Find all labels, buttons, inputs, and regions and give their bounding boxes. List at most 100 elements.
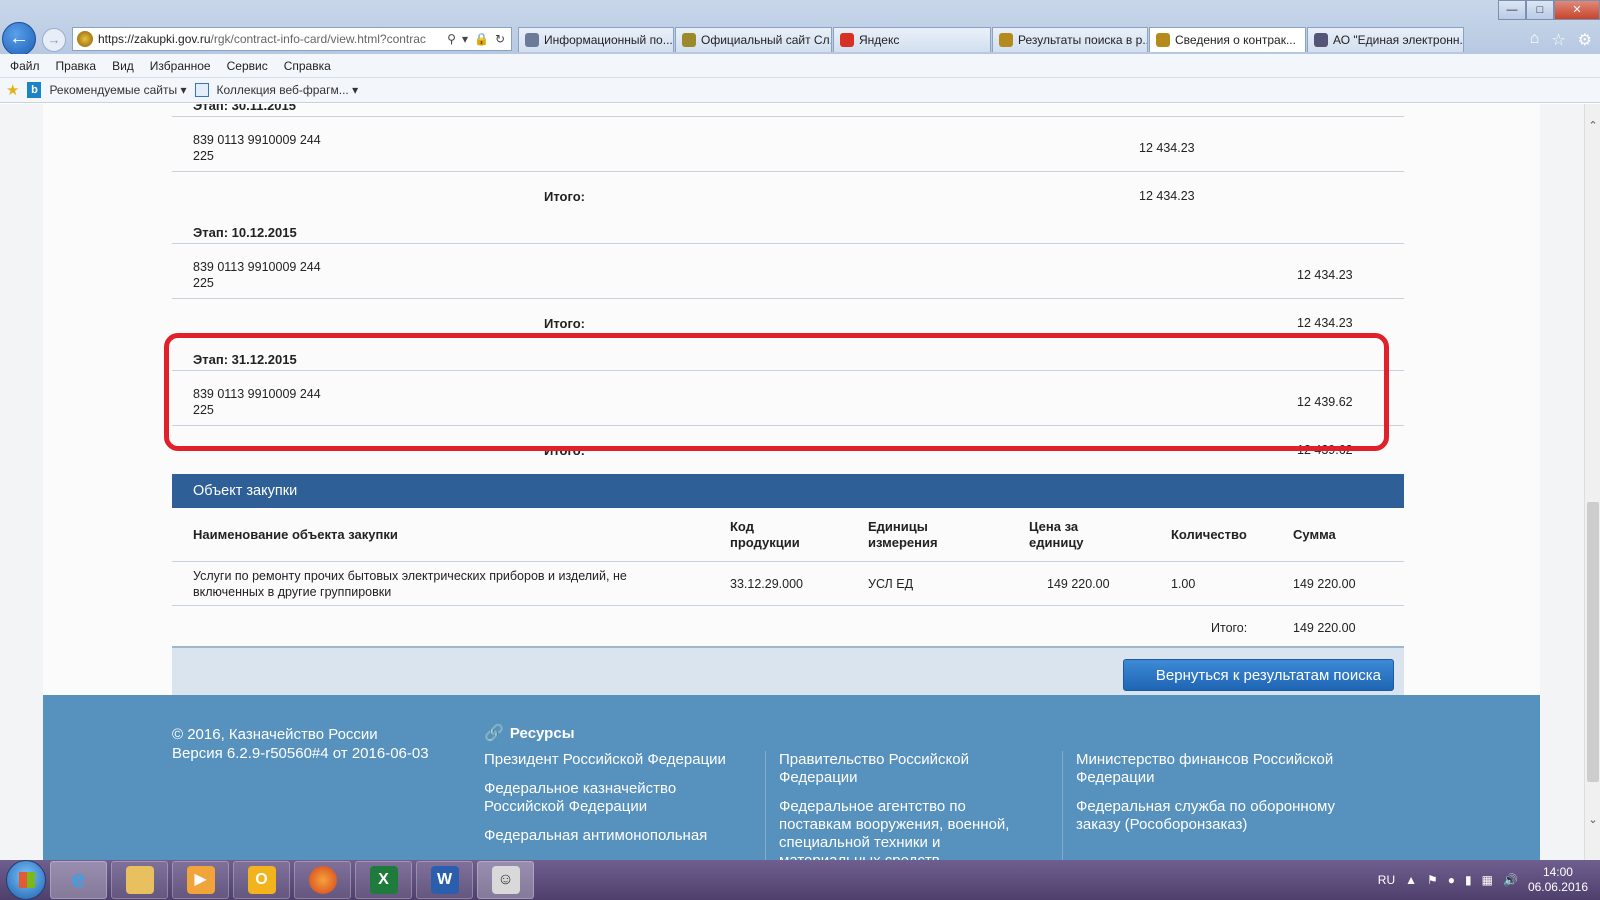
taskbar-word[interactable]: W [416,861,473,899]
tools-icon [1314,33,1328,47]
emblem-icon [999,33,1013,47]
taskbar-media[interactable]: ▶ [172,861,229,899]
browser-tab[interactable]: Информационный по... [518,27,674,52]
menu-file[interactable]: Файл [10,59,40,73]
browser-tab[interactable]: Яндекс [833,27,991,52]
favorites-star-icon[interactable]: ☆ [1551,30,1565,50]
purchase-total-row: Итого: 149 220.00 [172,606,1404,646]
clock-date: 06.06.2016 [1527,880,1588,894]
network-icon[interactable]: ▦ [1482,873,1493,887]
footer-link[interactable]: Федеральное агентство по поставкам воору… [779,798,1041,860]
taskbar-ie[interactable]: e [50,861,107,899]
footer-link[interactable]: Президент Российской Федерации [484,751,746,769]
add-favorite-icon[interactable]: ★ [6,81,19,99]
budget-code-line1: 839 0113 9910009 244 [193,260,321,274]
menu-favorites[interactable]: Избранное [150,59,211,73]
close-window-button[interactable]: ✕ [1554,0,1600,20]
menu-help[interactable]: Справка [284,59,331,73]
browser-tab[interactable]: Официальный сайт Сл... [675,27,832,52]
home-icon[interactable]: ⌂ [1530,30,1540,50]
url-text[interactable]: https://zakupki.gov.ru/rgk/contract-info… [98,32,443,46]
power-icon[interactable]: ▮ [1465,873,1472,887]
start-button[interactable] [6,860,46,900]
forward-button[interactable]: → [42,28,66,52]
internet-explorer-icon: e [71,866,86,893]
browser-tab[interactable]: Результаты поиска в р... [992,27,1148,52]
footer-links-col3: Министерство финансов Российской Федерац… [1076,751,1338,845]
footer-link[interactable]: Федеральная антимонопольная [484,827,746,845]
budget-code: 839 0113 9910009 244 225 [193,259,321,291]
recommended-sites-link[interactable]: Рекомендуемые сайты ▾ [49,83,186,97]
menu-tools[interactable]: Сервис [227,59,268,73]
row-sum: 149 220.00 [1293,577,1356,591]
taskbar-excel[interactable]: X [355,861,412,899]
vertical-scrollbar[interactable]: ⌃ ⌄ [1584,104,1600,860]
header-units-line1: Единицы [868,519,928,534]
taskbar-outlook[interactable]: O [233,861,290,899]
taskbar-explorer[interactable] [111,861,168,899]
system-tray: RU ▲ ⚑ ● ▮ ▦ 🔊 14:00 06.06.2016 [1378,865,1600,895]
search-icon[interactable]: ⚲ [447,32,456,46]
footer-link[interactable]: Федеральное казначейство Российской Феде… [484,780,746,816]
web-slices-link[interactable]: Коллекция веб-фрагм... ▾ [217,83,359,97]
stage-row: 839 0113 9910009 244 225 12 434.23 [172,117,1404,172]
web-slice-icon [194,83,209,97]
stage-header: Этап: 10.12.2015 [172,220,1404,244]
footer-copyright: © 2016, Казначейство России Версия 6.2.9… [172,725,429,763]
footer-links-col1: Президент Российской Федерации Федеральн… [484,751,746,856]
footer-link[interactable]: Правительство Российской Федерации [779,751,1041,787]
firefox-icon [308,866,337,894]
header-code-line2: продукции [730,535,800,550]
purchase-table-header: Наименование объекта закупки Код продукци… [172,508,1404,562]
gear-icon[interactable]: ⚙ [1578,30,1592,50]
outlook-icon: O [247,866,276,894]
purchase-total-value: 149 220.00 [1293,621,1356,635]
menu-view[interactable]: Вид [112,59,134,73]
browser-tab[interactable]: АО "Единая электронн... [1307,27,1464,52]
resources-title: 🔗 Ресурсы [484,723,575,743]
taskbar-app[interactable]: ☺ [477,861,534,899]
copyright-text: © 2016, Казначейство России [172,726,378,743]
update-icon[interactable]: ● [1448,873,1455,887]
show-hidden-icons-icon[interactable]: ▲ [1405,873,1417,887]
close-tab-icon[interactable]: ✕ [1305,33,1306,47]
minimize-button[interactable]: — [1498,0,1526,20]
stage-amount: 12 434.23 [1297,268,1353,282]
footer-link[interactable]: Федеральная служба по оборонному заказу … [1076,798,1338,834]
menu-bar: Файл Правка Вид Избранное Сервис Справка [0,54,1600,78]
budget-code-line2: 225 [193,276,214,290]
lock-icon[interactable]: 🔒 [474,32,489,46]
stage-total-label: Итого: [544,316,585,331]
footer-link[interactable]: Министерство финансов Российской Федерац… [1076,751,1338,787]
header-price-line2: единицу [1029,535,1084,550]
back-button[interactable]: ← [2,22,36,56]
dropdown-icon[interactable]: ▾ [462,32,468,46]
scroll-down-icon[interactable]: ⌄ [1585,812,1600,828]
browser-tab-label: Сведения о контрак... [1175,33,1296,47]
clock[interactable]: 14:00 06.06.2016 [1528,865,1588,895]
action-center-flag-icon[interactable]: ⚑ [1427,873,1438,887]
language-indicator[interactable]: RU [1378,873,1395,887]
browser-tools: ⌂ ☆ ⚙ [1530,30,1592,50]
footer-divider [765,751,766,860]
bing-icon: b [27,82,42,98]
arrow-right-icon: → [47,32,61,47]
scroll-thumb[interactable] [1587,502,1599,782]
taskbar-firefox[interactable] [294,861,351,899]
link-icon: 🔗 [484,725,504,742]
maximize-button[interactable]: □ [1526,0,1554,20]
address-bar[interactable]: https://zakupki.gov.ru/rgk/contract-info… [72,27,512,51]
back-to-results-button[interactable]: Вернуться к результатам поиска [1122,659,1394,691]
url-path: /rgk/contract-info-card/view.html?contra… [210,32,426,46]
version-text: Версия 6.2.9-r50560#4 от 2016-06-03 [172,745,429,762]
quantity: 1.00 [1171,577,1196,591]
volume-icon[interactable]: 🔊 [1503,873,1518,887]
browser-tab[interactable]: Сведения о контрак... ✕ [1149,27,1306,52]
header-code: Код продукции [730,519,800,551]
purchase-item-name-line1: Услуги по ремонту прочих бытовых электри… [193,569,627,583]
menu-edit[interactable]: Правка [56,59,97,73]
refresh-icon[interactable]: ↻ [495,32,505,46]
scroll-up-icon[interactable]: ⌃ [1585,118,1600,134]
emblem-icon [682,33,696,47]
header-code-line1: Код [730,519,754,534]
